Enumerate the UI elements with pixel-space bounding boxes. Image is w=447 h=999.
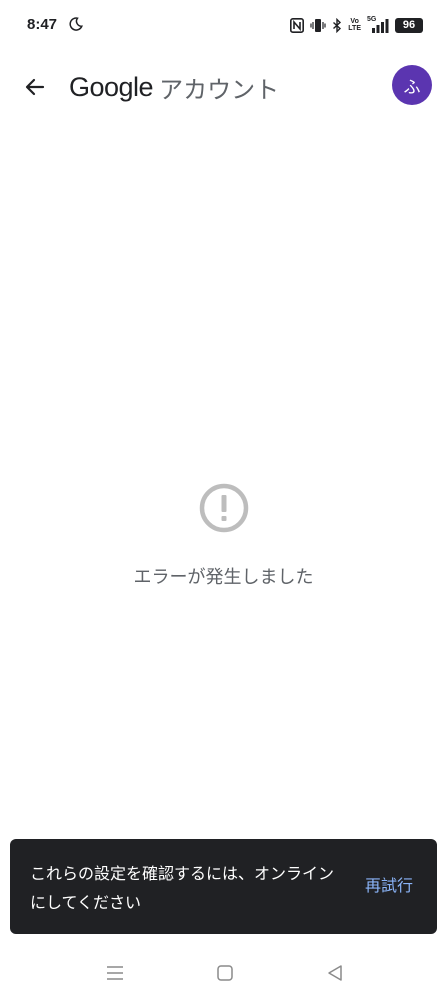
signal-group: 5G: [367, 16, 389, 33]
system-navigation-bar: [0, 950, 447, 999]
status-bar: 8:47 Vo LTE 5G 96: [0, 0, 447, 52]
menu-lines-icon: [107, 966, 123, 980]
offline-snackbar: これらの設定を確認するには、オンラインにしてください 再試行: [10, 839, 437, 934]
back-button[interactable]: [18, 70, 52, 104]
account-avatar[interactable]: ふ: [392, 65, 432, 105]
app-bar: Google アカウント ふ: [0, 60, 447, 112]
recent-apps-button[interactable]: [104, 962, 126, 984]
battery-indicator: 96: [395, 17, 423, 33]
retry-button[interactable]: 再試行: [365, 872, 413, 896]
home-button[interactable]: [214, 962, 236, 984]
volte-indicator: Vo LTE: [348, 18, 361, 32]
account-title-text: アカウント: [159, 75, 280, 104]
signal-strength-icon: [372, 18, 389, 33]
bluetooth-icon: [333, 17, 342, 33]
triangle-back-icon: [328, 965, 342, 981]
do-not-disturb-moon-icon: [69, 17, 83, 31]
page-title: Google アカウント: [69, 70, 279, 104]
nfc-icon: [290, 17, 305, 33]
back-nav-button[interactable]: [324, 962, 346, 984]
square-home-icon: [217, 965, 233, 981]
error-message: エラーが発生しました: [133, 567, 314, 588]
arrow-back-icon: [25, 78, 45, 96]
status-icons: Vo LTE 5G 96: [290, 16, 423, 34]
volte-bottom-label: LTE: [348, 25, 361, 32]
vibrate-icon: [310, 18, 326, 32]
status-time: 8:47: [27, 16, 58, 33]
error-alert-icon: [199, 483, 249, 533]
volte-top-label: Vo: [350, 18, 359, 25]
snackbar-message: これらの設定を確認するには、オンラインにしてください: [30, 864, 335, 912]
google-logo-text: Google: [69, 71, 154, 102]
